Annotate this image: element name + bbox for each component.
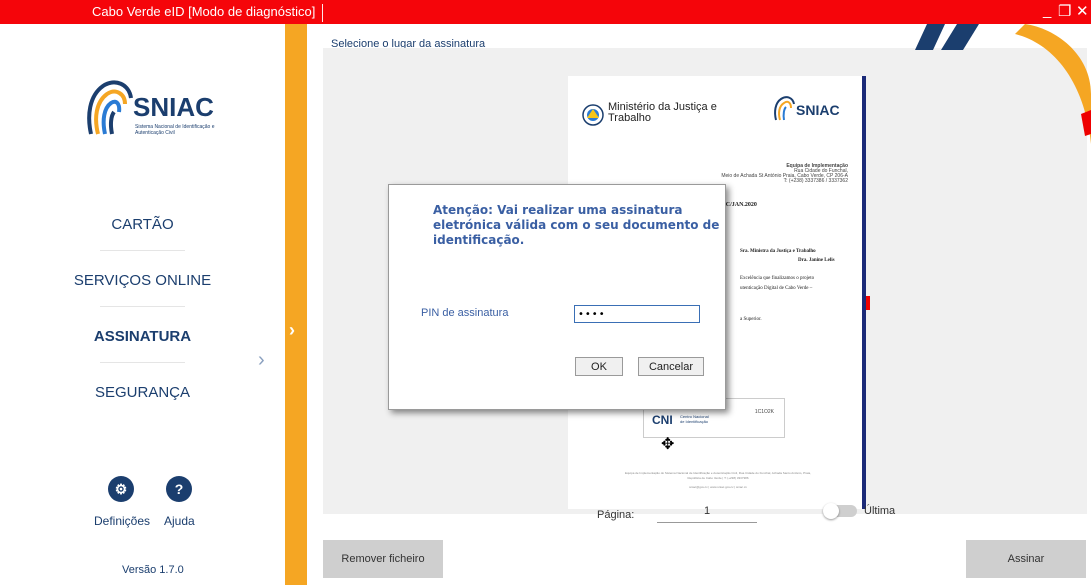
collapse-bar[interactable]: › <box>285 24 307 585</box>
sig-code: 1C1O2K <box>754 409 774 415</box>
recipient-line-1: Sra. Ministra da Justiça e Trabalho <box>740 249 816 254</box>
logo-text: SNIAC <box>133 92 214 122</box>
logo-subtitle-2: Autenticação Civil <box>135 130 175 136</box>
cni-logo: CNI <box>652 413 673 427</box>
chevron-right-icon: › <box>258 349 265 371</box>
signature-confirm-dialog: Atenção: Vai realizar uma assinatura ele… <box>388 184 726 410</box>
version-label: Versão 1.7.0 <box>122 564 184 576</box>
question-icon: ? <box>174 481 184 497</box>
sign-button[interactable]: Assinar <box>966 540 1086 578</box>
settings-label[interactable]: Definições <box>94 514 150 528</box>
doc-logo-text: SNIAC <box>796 102 840 118</box>
toggle-knob <box>823 503 839 519</box>
decorative-swoosh <box>915 24 1091 144</box>
window-title: Cabo Verde eID [Modo de diagnóstico] <box>92 4 316 19</box>
ministry-name: Ministério da Justiça e Trabalho <box>608 102 717 124</box>
sidebar-item-assinatura[interactable]: ASSINATURA <box>0 328 285 345</box>
sniac-logo: SNIAC Sistema Nacional de Identificação … <box>85 76 235 146</box>
sidebar: SNIAC Sistema Nacional de Identificação … <box>0 24 285 585</box>
recipient-line-2: Dra. Janine Lelis <box>798 258 835 263</box>
move-icon[interactable]: ✥ <box>661 434 674 454</box>
page-input[interactable] <box>657 500 757 523</box>
doc-footer: Equipa de Implementação do Sistema Nacio… <box>598 471 838 490</box>
dialog-message: Atenção: Vai realizar uma assinatura ele… <box>433 203 720 247</box>
settings-button[interactable]: ⚙ <box>108 476 134 502</box>
cancel-button[interactable]: Cancelar <box>638 357 704 376</box>
equipa-block: Equipa de Implementação Rua Cidade do Fu… <box>721 164 848 184</box>
sidebar-item-cartao[interactable]: CARTÃO <box>0 216 285 233</box>
sidebar-item-servicos-online[interactable]: SERVIÇOS ONLINE <box>0 272 285 289</box>
fingerprint-icon <box>774 96 795 121</box>
ministry-seal-icon <box>582 104 604 126</box>
ok-button[interactable]: OK <box>575 357 623 376</box>
last-page-toggle[interactable] <box>823 503 857 519</box>
restore-button[interactable]: ❐ <box>1058 2 1071 20</box>
pin-label: PIN de assinatura <box>421 307 509 319</box>
remove-file-button[interactable]: Remover ficheiro <box>323 540 443 578</box>
body-line-3: a Superior. <box>740 317 762 322</box>
red-marker <box>866 296 870 310</box>
title-divider <box>322 4 323 22</box>
page-label: Página: <box>597 509 635 521</box>
help-button[interactable]: ? <box>166 476 192 502</box>
body-line-2: utenticação Digital de Cabo Verde – <box>740 286 813 291</box>
help-label[interactable]: Ajuda <box>164 514 195 528</box>
nav-divider <box>100 250 185 251</box>
footer-line: República de Cabo Verde | T: (+238) 3337… <box>687 476 749 480</box>
equipa-line: T: (+238) 3337386 / 3337362 <box>783 178 848 184</box>
chevron-right-icon: › <box>289 320 295 340</box>
close-button[interactable]: ✕ <box>1076 2 1089 20</box>
pin-input[interactable] <box>574 305 700 323</box>
footer-line: sniac@gov.cv | www.sniac.gov.cv | sniac.… <box>689 485 747 489</box>
title-bar: Cabo Verde eID [Modo de diagnóstico] _ ❐… <box>0 0 1091 24</box>
sidebar-item-seguranca[interactable]: SEGURANÇA <box>0 384 285 401</box>
cni-subtitle-2: de Identificação <box>680 419 709 424</box>
body-line-1: Excelência que finalizamos o projeto <box>740 276 815 281</box>
gear-icon: ⚙ <box>114 481 128 497</box>
fingerprint-icon <box>87 80 133 135</box>
nav-divider <box>100 306 185 307</box>
nav-divider <box>100 362 185 363</box>
last-page-label: Última <box>864 505 896 517</box>
minimize-button[interactable]: _ <box>1043 2 1051 19</box>
ministry-line-2: Trabalho <box>608 112 652 124</box>
